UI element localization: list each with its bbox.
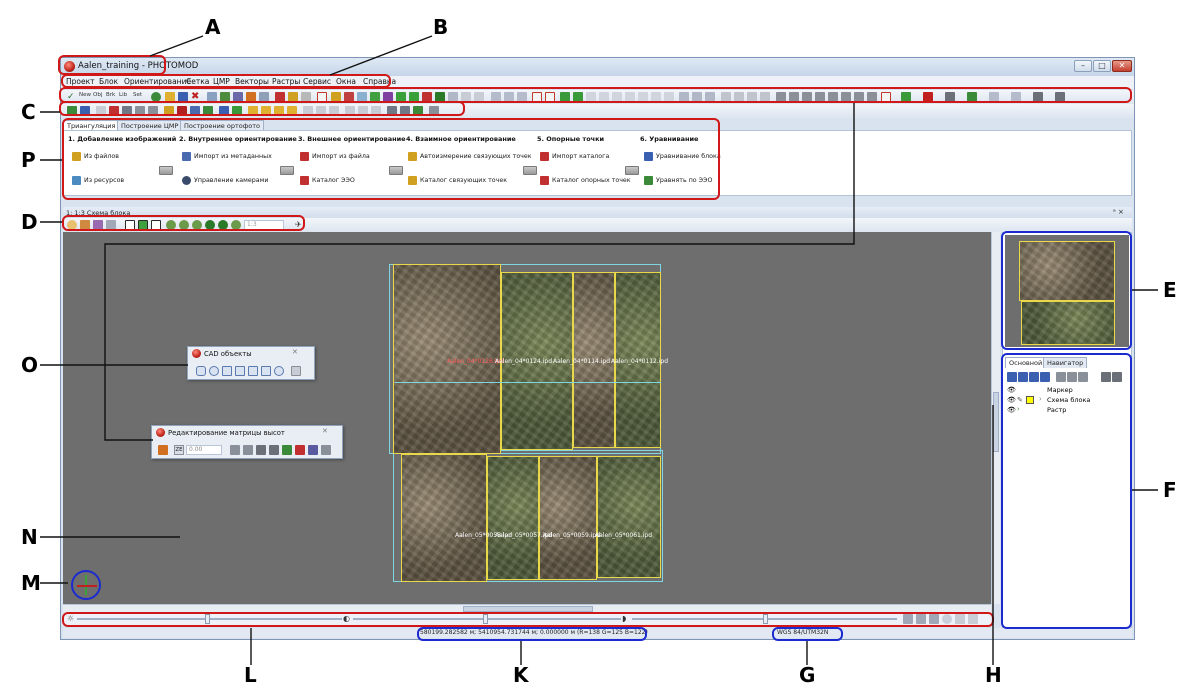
annotation-box-c-bottom bbox=[59, 101, 465, 116]
height-value-input[interactable]: 0.00 bbox=[186, 445, 222, 455]
annotation-box-k bbox=[417, 627, 647, 641]
image-tile[interactable] bbox=[487, 456, 539, 580]
crosshair-2-icon[interactable] bbox=[269, 445, 279, 455]
annotation-letter-a: A bbox=[205, 15, 221, 39]
image-label: Aalen_05*0061.ipd bbox=[595, 532, 653, 539]
annotation-box-p bbox=[62, 118, 720, 200]
horizontal-scrollbar[interactable] bbox=[63, 604, 991, 612]
slope-icon[interactable] bbox=[230, 445, 240, 455]
polygon-icon[interactable] bbox=[235, 366, 245, 376]
check-shape-icon[interactable] bbox=[291, 366, 301, 376]
image-label: Aalen_04*0124.ipd bbox=[495, 358, 553, 365]
cad-panel-title: CAD объекты bbox=[204, 350, 252, 358]
annotation-box-l bbox=[62, 612, 994, 627]
surface-icon[interactable] bbox=[282, 445, 292, 455]
block-scheme-viewport[interactable]: Aalen_04*0126.ipd Aalen_04*0124.ipd Aale… bbox=[63, 232, 991, 604]
annotation-box-b bbox=[61, 74, 391, 88]
compass-icon[interactable] bbox=[71, 570, 101, 600]
vertical-scroll-thumb[interactable] bbox=[993, 392, 999, 452]
annotation-letter-m: M bbox=[21, 571, 41, 595]
image-label: Aalen_05*0059.ipd bbox=[543, 532, 601, 539]
close-icon[interactable]: ✕ bbox=[322, 427, 328, 435]
close-icon[interactable]: ✕ bbox=[292, 348, 298, 356]
filter-icon[interactable] bbox=[295, 445, 305, 455]
annotation-letter-n: N bbox=[21, 525, 38, 549]
arc-icon[interactable] bbox=[222, 366, 232, 376]
z-level-label: ZE bbox=[174, 445, 184, 455]
rectangle-icon[interactable] bbox=[261, 366, 271, 376]
minimize-button[interactable]: – bbox=[1074, 60, 1092, 72]
circle-icon[interactable] bbox=[209, 366, 219, 376]
annotation-letter-g: G bbox=[799, 663, 816, 687]
terrain-edit-icon[interactable] bbox=[256, 445, 266, 455]
annotation-letter-k: K bbox=[513, 663, 529, 687]
ellipse-icon[interactable] bbox=[274, 366, 284, 376]
brush-icon[interactable] bbox=[308, 445, 318, 455]
annotation-letter-c: C bbox=[21, 100, 36, 124]
annotation-letter-l: L bbox=[244, 663, 257, 687]
annotation-letter-f: F bbox=[1163, 478, 1177, 502]
cad-objects-panel: CAD объекты ✕ bbox=[187, 346, 315, 380]
overlap-line bbox=[395, 382, 661, 383]
annotation-letter-b: B bbox=[433, 15, 449, 39]
leader-a bbox=[149, 35, 204, 57]
vertical-scrollbar[interactable] bbox=[991, 232, 1000, 604]
annotation-letter-o: O bbox=[21, 353, 39, 377]
image-tile[interactable] bbox=[401, 454, 487, 582]
dem-icon[interactable] bbox=[158, 445, 168, 455]
cad-panel-titlebar[interactable]: CAD объекты ✕ bbox=[188, 347, 314, 360]
annotation-box-a bbox=[58, 55, 166, 75]
close-button[interactable]: ✕ bbox=[1112, 60, 1132, 72]
compass-east-arrow bbox=[77, 585, 97, 587]
image-tile[interactable] bbox=[597, 456, 661, 578]
annotation-letter-p: P bbox=[21, 148, 36, 172]
annotation-letter-d: D bbox=[21, 210, 38, 234]
annotation-box-d bbox=[62, 215, 305, 231]
rounded-rect-icon[interactable] bbox=[196, 366, 206, 376]
curve-shape-icon[interactable] bbox=[248, 366, 258, 376]
dem-panel-titlebar[interactable]: Редактирование матрицы высот ✕ bbox=[152, 426, 342, 439]
annotation-letter-e: E bbox=[1163, 278, 1177, 302]
annotation-box-g bbox=[772, 627, 843, 641]
document-window-controls[interactable]: ᵃ × bbox=[1113, 208, 1124, 216]
image-label: Aalen_04*0114.ipd bbox=[553, 358, 611, 365]
app-logo-icon bbox=[156, 428, 165, 437]
annotation-box-f bbox=[1001, 353, 1132, 629]
app-logo-icon bbox=[192, 349, 201, 358]
dem-editing-panel: Редактирование матрицы высот ✕ ZE 0.00 bbox=[151, 425, 343, 459]
settings-2-icon[interactable] bbox=[321, 445, 331, 455]
contour-icon[interactable] bbox=[243, 445, 253, 455]
dem-panel-title: Редактирование матрицы высот bbox=[168, 429, 285, 437]
annotation-letter-h: H bbox=[985, 663, 1002, 687]
image-tile[interactable] bbox=[539, 456, 597, 580]
maximize-button[interactable]: □ bbox=[1093, 60, 1111, 72]
image-label: Aalen_04*0112.ipd bbox=[611, 358, 669, 365]
annotation-box-e bbox=[1001, 231, 1132, 350]
